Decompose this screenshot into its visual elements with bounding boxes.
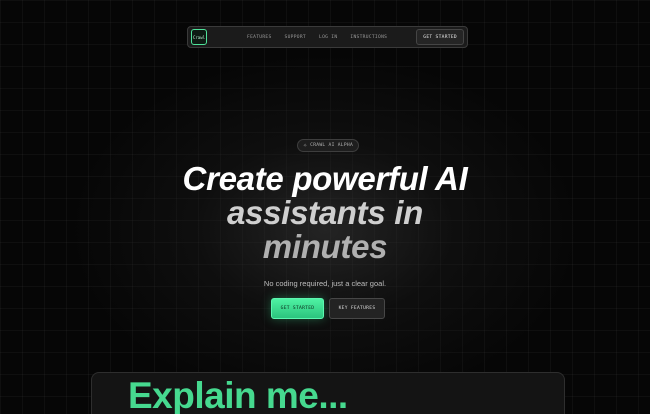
nav-link-instructions[interactable]: INSTRUCTIONS — [350, 35, 387, 40]
alpha-badge: ✧ CRAWL AI ALPHA — [297, 139, 359, 152]
nav-links: FEATURES SUPPORT LOG IN INSTRUCTIONS — [247, 35, 387, 40]
headline-line-2: assistants in — [226, 194, 424, 231]
demo-prompt-text: Explain me... — [128, 375, 348, 414]
badge-text: CRAWL AI ALPHA — [310, 143, 354, 148]
logo[interactable]: Crawl — [191, 29, 207, 45]
nav-link-features[interactable]: FEATURES — [247, 35, 272, 40]
hero-headline: Create powerful AI assistants in minutes — [0, 162, 650, 264]
sparkle-icon: ✧ — [302, 142, 308, 149]
get-started-button[interactable]: GET STARTED — [271, 298, 324, 319]
hero-subtitle: No coding required, just a clear goal. — [263, 279, 387, 288]
headline-line-3: minutes — [262, 228, 388, 265]
nav-link-support[interactable]: SUPPORT — [285, 35, 306, 40]
key-features-button[interactable]: KEY FEATURES — [329, 298, 385, 319]
headline-line-1: Create powerful AI — [182, 160, 468, 197]
nav-link-log-in[interactable]: LOG IN — [319, 35, 337, 40]
logo-text: Crawl — [192, 34, 206, 40]
nav-get-started-button[interactable]: GET STARTED — [416, 29, 464, 45]
top-navbar: Crawl FEATURES SUPPORT LOG IN INSTRUCTIO… — [187, 26, 468, 48]
demo-card: Explain me... — [91, 372, 565, 414]
